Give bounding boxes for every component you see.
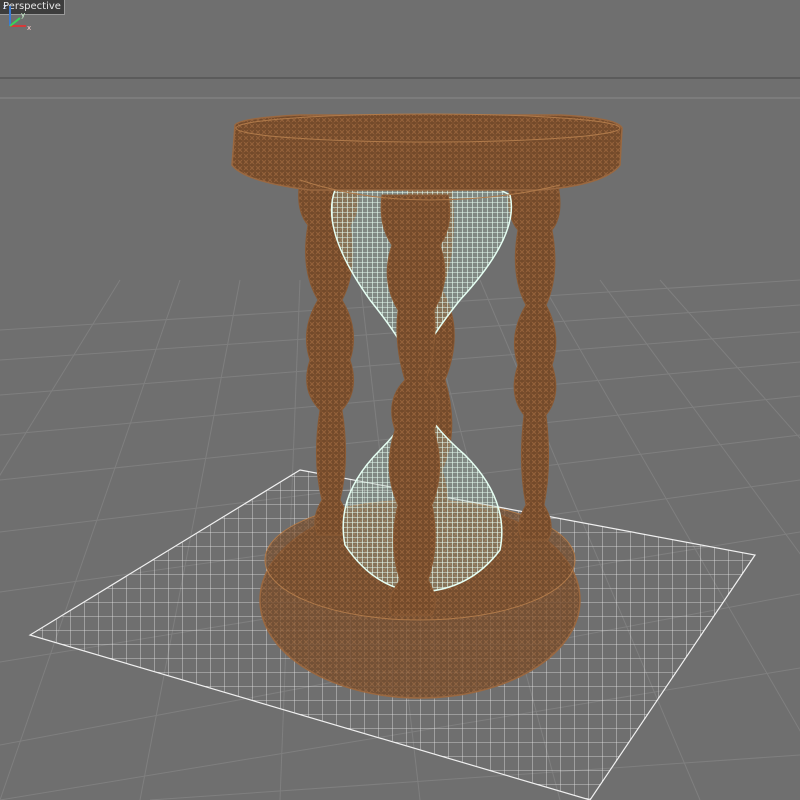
scene-canvas[interactable] (0, 0, 800, 800)
axis-x-label: x (27, 24, 31, 32)
pillar-right[interactable] (508, 184, 561, 541)
axis-z-label: z (3, 3, 7, 11)
perspective-viewport[interactable]: Perspective z x y (0, 0, 800, 800)
axis-gizmo-icon: z x y (3, 3, 31, 32)
hourglass-top-cap[interactable] (231, 113, 623, 201)
axis-y-label: y (21, 11, 25, 19)
